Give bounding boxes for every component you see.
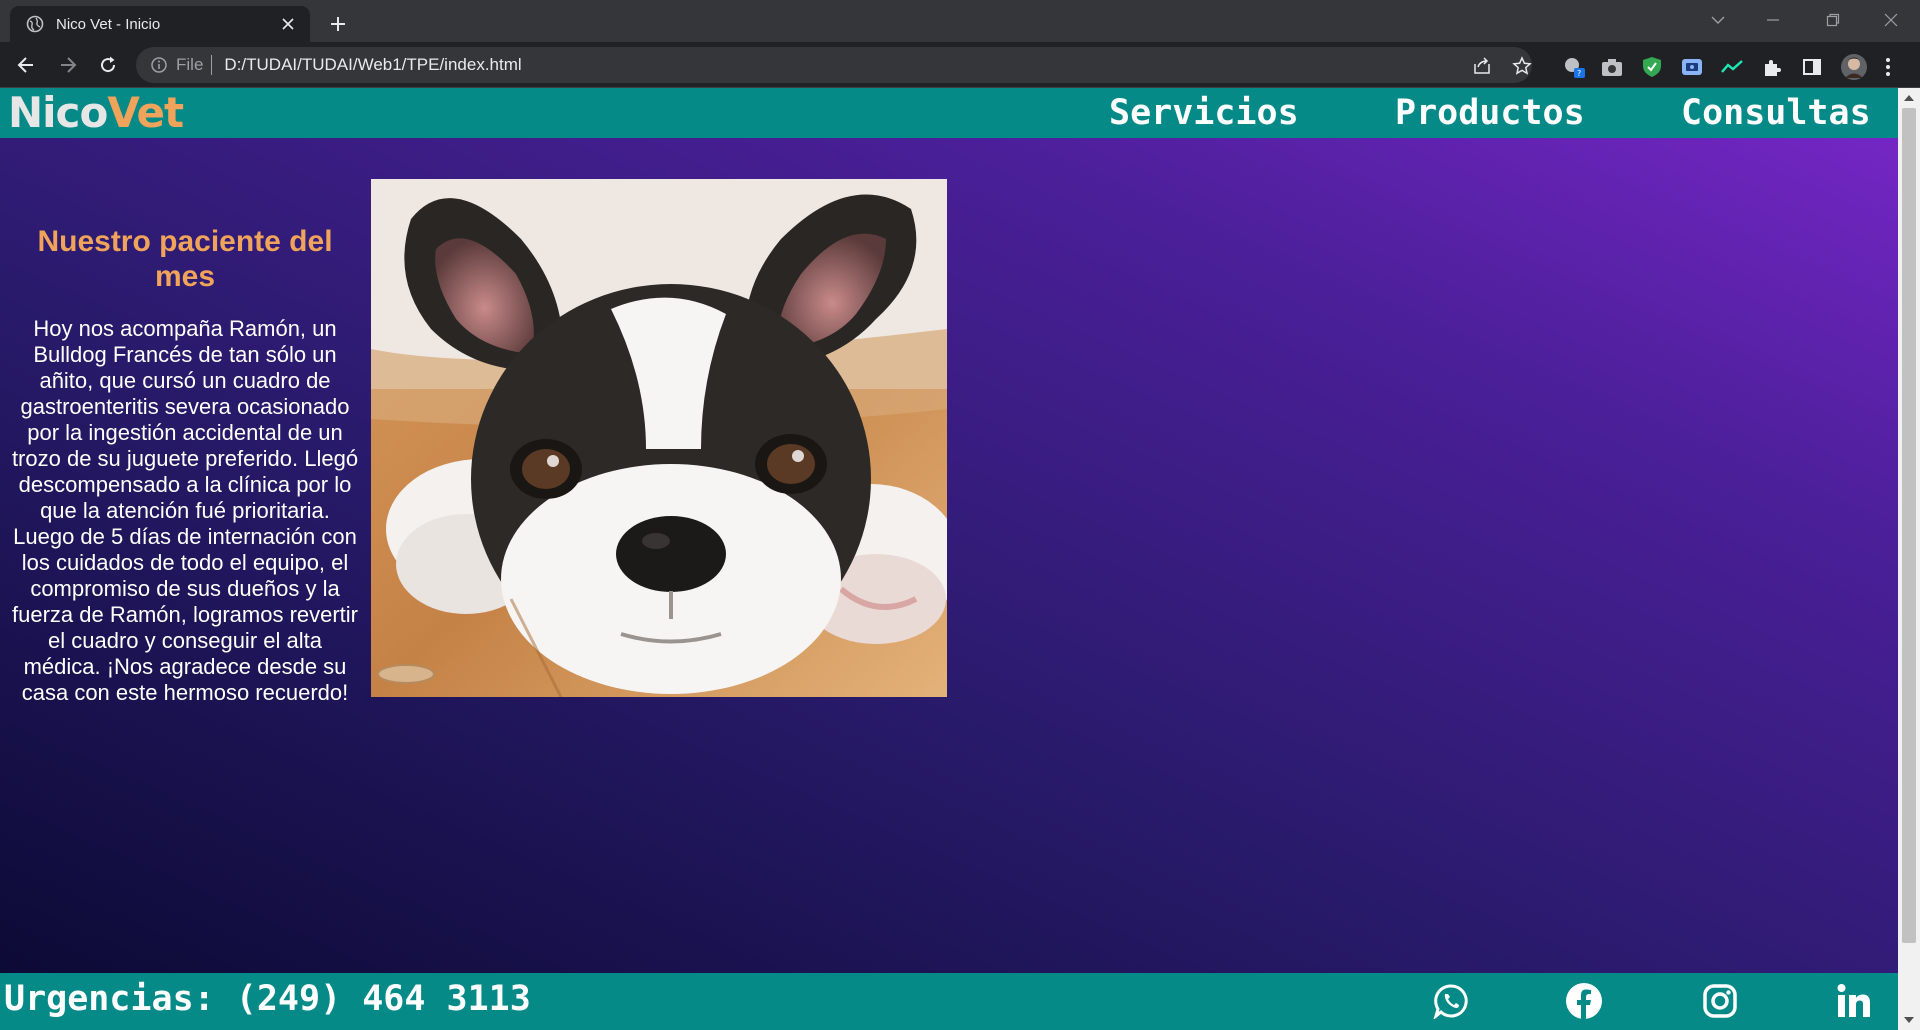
site-header: NicoVet Servicios Productos Consultas (0, 88, 1898, 138)
more-menu-icon[interactable] (1880, 55, 1896, 79)
browser-tab[interactable]: Nico Vet - Inicio (10, 6, 310, 42)
close-window-icon[interactable] (1876, 6, 1906, 34)
reload-icon[interactable] (94, 51, 122, 79)
site-footer: Urgencias: (249) 464 3113 (0, 973, 1898, 1030)
extension-chat-icon[interactable]: ? (1562, 55, 1586, 79)
main-content: Nuestro paciente del mes Hoy nos acompañ… (0, 138, 1898, 973)
browser-toolbar: File D:/TUDAI/TUDAI/Web1/TPE/index.html … (0, 42, 1920, 88)
nav-link-servicios[interactable]: Servicios (1109, 93, 1299, 133)
close-tab-icon[interactable] (278, 14, 298, 34)
url-scheme: File (176, 55, 204, 74)
scrollbar-thumb[interactable] (1902, 108, 1916, 943)
nav-productos[interactable]: Productos (1395, 88, 1585, 138)
screen-recorder-icon[interactable] (1680, 55, 1704, 79)
shield-icon[interactable] (1640, 55, 1664, 79)
facebook-icon[interactable] (1564, 981, 1604, 1021)
forward-icon[interactable] (54, 51, 82, 79)
instagram-icon[interactable] (1700, 981, 1740, 1021)
analytics-icon[interactable] (1720, 55, 1744, 79)
nav-servicios[interactable]: Servicios (1109, 88, 1299, 138)
url-separator (211, 55, 213, 75)
side-panel-icon[interactable] (1800, 55, 1824, 79)
share-icon[interactable] (1472, 56, 1492, 76)
site-logo[interactable]: NicoVet (8, 88, 184, 137)
webpage: NicoVet Servicios Productos Consultas Nu… (0, 88, 1898, 1030)
logo-part1: Nico (8, 88, 108, 137)
address-bar[interactable]: File D:/TUDAI/TUDAI/Web1/TPE/index.html (136, 47, 1532, 83)
featured-title: Nuestro paciente del mes (37, 225, 333, 293)
svg-text:?: ? (1577, 69, 1581, 78)
scroll-down-icon[interactable] (1904, 1016, 1914, 1026)
nav-link-productos[interactable]: Productos (1395, 93, 1585, 133)
browser-tabstrip: Nico Vet - Inicio (0, 0, 1920, 42)
tab-title: Nico Vet - Inicio (56, 15, 161, 33)
info-icon[interactable] (150, 56, 168, 74)
restore-icon[interactable] (1818, 6, 1848, 34)
linkedin-icon[interactable] (1834, 981, 1874, 1021)
camera-icon[interactable] (1600, 55, 1624, 79)
tab-search-icon[interactable] (1703, 6, 1733, 34)
page-scrollbar[interactable] (1898, 88, 1920, 1030)
url-text[interactable]: D:/TUDAI/TUDAI/Web1/TPE/index.html (224, 55, 521, 75)
emergency-phone[interactable]: Urgencias: (249) 464 3113 (4, 977, 531, 1021)
nav-link-consultas[interactable]: Consultas (1681, 93, 1871, 133)
page-viewport: NicoVet Servicios Productos Consultas Nu… (0, 88, 1920, 1030)
whatsapp-icon[interactable] (1431, 981, 1471, 1021)
globe-icon (26, 15, 44, 33)
featured-dog-photo (371, 179, 947, 697)
scroll-up-icon[interactable] (1904, 92, 1914, 102)
puzzle-extensions-icon[interactable] (1760, 55, 1784, 79)
minimize-icon[interactable] (1758, 6, 1788, 34)
new-tab-icon[interactable] (324, 10, 352, 38)
logo-part2: Vet (107, 88, 184, 137)
profile-avatar-icon[interactable] (1840, 53, 1868, 81)
bookmark-star-icon[interactable] (1512, 56, 1532, 76)
nav-consultas[interactable]: Consultas (1681, 88, 1871, 138)
back-icon[interactable] (12, 51, 40, 79)
featured-text: Hoy nos acompaña Ramón, un Bulldog Franc… (11, 316, 359, 705)
